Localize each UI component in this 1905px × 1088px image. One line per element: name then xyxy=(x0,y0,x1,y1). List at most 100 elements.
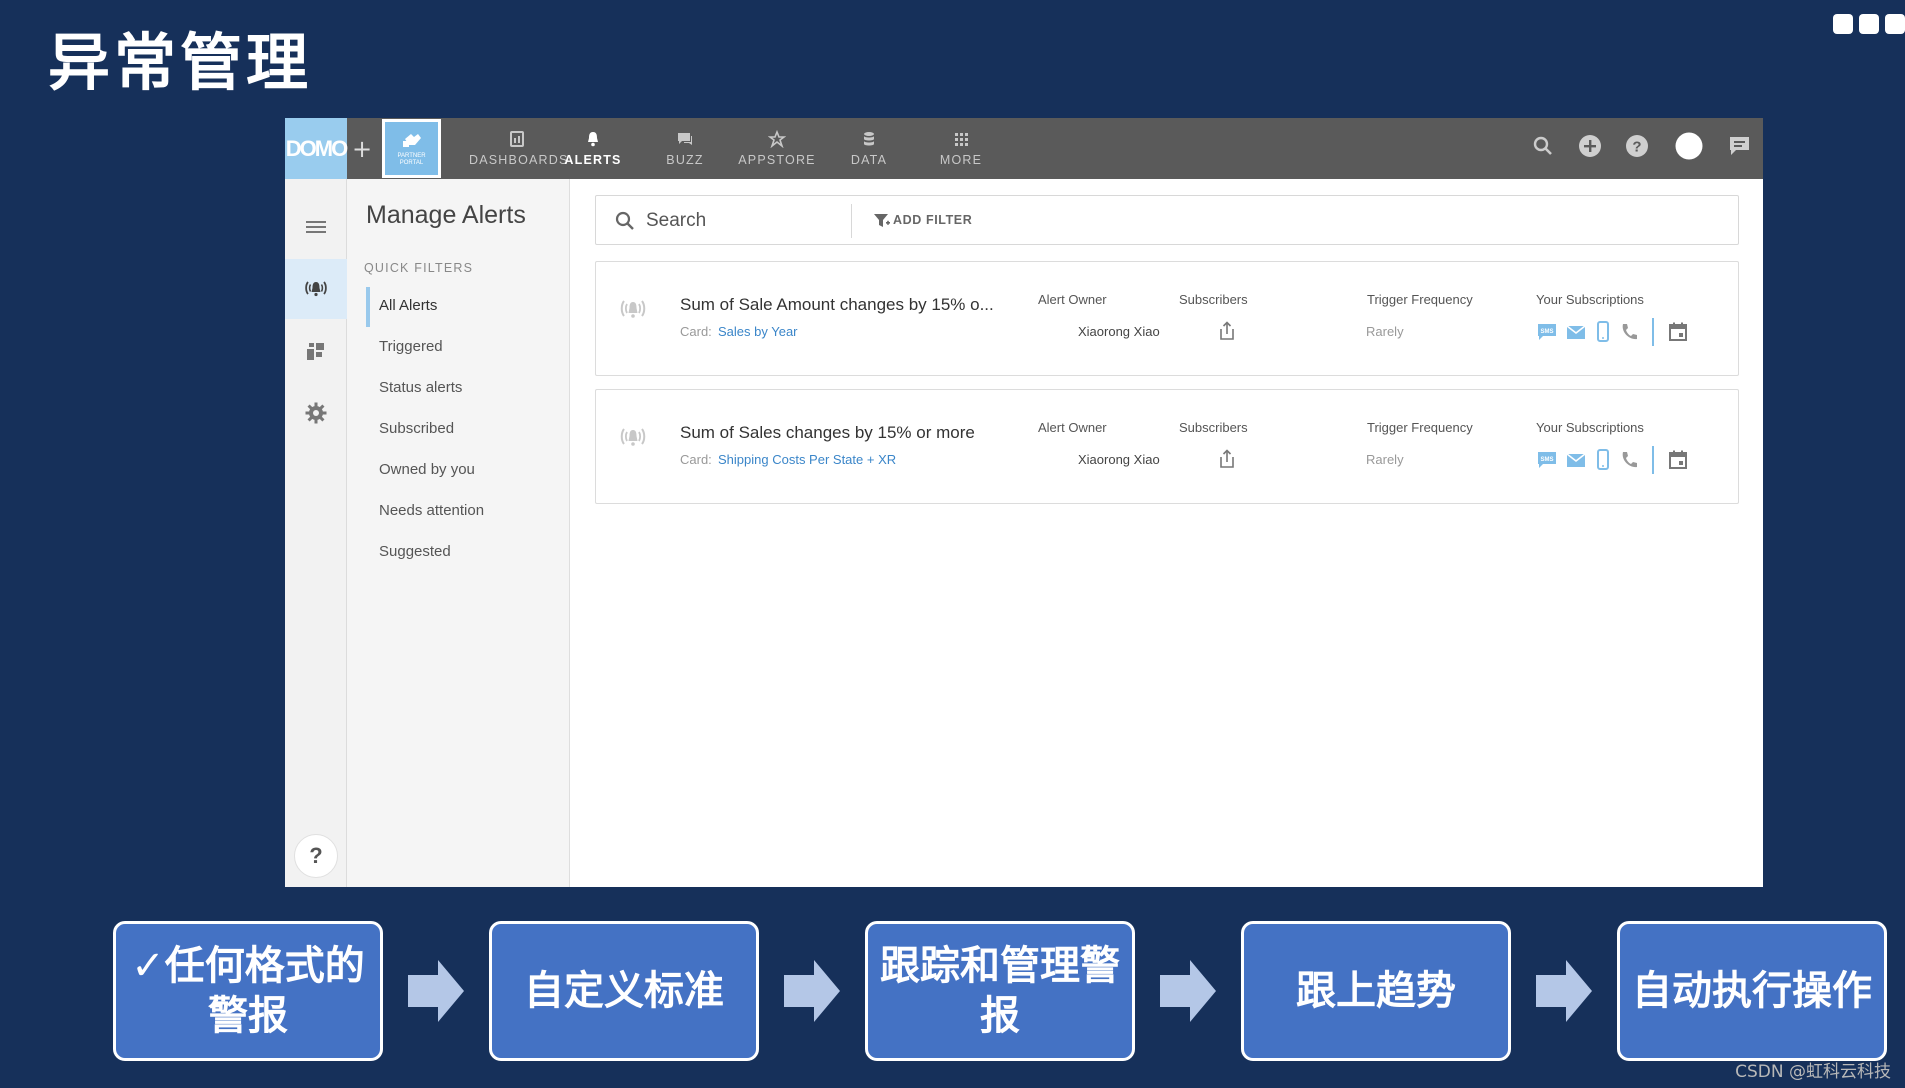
nav-data[interactable]: DATA xyxy=(821,130,917,167)
avatar[interactable] xyxy=(1675,132,1703,164)
trigger-frequency-header: Trigger Frequency xyxy=(1367,292,1473,307)
filter-all-alerts[interactable]: All Alerts xyxy=(379,297,437,314)
alert-card[interactable]: Sum of Sale Amount changes by 15% o... C… xyxy=(595,261,1739,376)
gear-icon xyxy=(305,402,327,424)
add-circle-icon[interactable] xyxy=(1578,134,1602,162)
your-subscriptions-header: Your Subscriptions xyxy=(1536,420,1644,435)
grid-icon xyxy=(955,133,968,146)
rail-cards-button[interactable] xyxy=(285,321,347,381)
email-icon[interactable] xyxy=(1565,322,1587,342)
alert-broadcast-icon xyxy=(620,300,646,318)
nav-buzz[interactable]: BUZZ xyxy=(637,130,733,167)
share-icon[interactable] xyxy=(1217,320,1237,342)
nav-more[interactable]: MORE xyxy=(913,130,1009,167)
partner-portal-label: PARTNER PORTAL xyxy=(397,152,426,166)
nav-alerts-label: ALERTS xyxy=(564,153,622,167)
search-icon[interactable] xyxy=(1531,134,1555,162)
card-link[interactable]: Shipping Costs Per State + XR xyxy=(718,452,896,467)
nav-more-label: MORE xyxy=(939,153,983,167)
database-icon xyxy=(864,132,874,146)
email-icon[interactable] xyxy=(1565,450,1587,470)
subscribers-header: Subscribers xyxy=(1179,420,1248,435)
phone-icon[interactable] xyxy=(1619,450,1639,470)
subscription-toggles: SMS xyxy=(1536,446,1689,474)
filter-subscribed[interactable]: Subscribed xyxy=(379,420,454,437)
rail-settings-button[interactable] xyxy=(285,383,347,443)
page-title: Manage Alerts xyxy=(366,201,526,229)
nav-data-label: DATA xyxy=(850,153,888,167)
quick-filters-panel: Manage Alerts QUICK FILTERS All Alerts T… xyxy=(347,179,570,887)
trigger-frequency: Rarely xyxy=(1366,452,1404,467)
add-filter-button[interactable]: ADD FILTER xyxy=(893,213,972,227)
flow-step-keep-up-trends: 跟上趋势 xyxy=(1241,921,1511,1061)
buzz-chat-icon[interactable] xyxy=(1728,134,1752,162)
flow-step-automate-actions: 自动执行操作 xyxy=(1617,921,1887,1061)
add-button[interactable]: + xyxy=(347,118,377,179)
active-filter-indicator xyxy=(366,287,370,327)
appstore-icon xyxy=(768,130,786,148)
cards-icon xyxy=(307,343,324,360)
nav-alerts[interactable]: ALERTS xyxy=(545,130,641,167)
calendar-icon[interactable] xyxy=(1667,449,1689,471)
alert-card[interactable]: Sum of Sales changes by 15% or more Card… xyxy=(595,389,1739,504)
search-input[interactable]: Search xyxy=(646,210,706,232)
alert-search-bar: Search ADD FILTER xyxy=(595,195,1739,245)
dashboards-icon xyxy=(510,131,524,147)
phone-icon[interactable] xyxy=(1619,322,1639,342)
filter-funnel-icon xyxy=(874,214,890,227)
mobile-icon[interactable] xyxy=(1594,321,1612,343)
flow-step-any-format-alerts: ✓任何格式的警报 xyxy=(113,921,383,1061)
trigger-frequency: Rarely xyxy=(1366,324,1404,339)
subscribers-header: Subscribers xyxy=(1179,292,1248,307)
alert-broadcast-icon xyxy=(620,428,646,446)
alert-owner-header: Alert Owner xyxy=(1038,292,1107,307)
subscription-toggles: SMS xyxy=(1536,318,1689,346)
help-icon[interactable]: ? xyxy=(1625,134,1649,162)
card-label: Card: xyxy=(680,452,712,467)
slide-title: 异常管理 xyxy=(48,26,313,99)
help-button[interactable]: ? xyxy=(294,834,338,878)
alert-owner-header: Alert Owner xyxy=(1038,420,1107,435)
left-icon-rail: ? xyxy=(285,179,347,887)
svg-text:?: ? xyxy=(1632,139,1641,156)
filter-triggered[interactable]: Triggered xyxy=(379,338,443,355)
your-subscriptions-header: Your Subscriptions xyxy=(1536,292,1644,307)
corner-decoration xyxy=(1833,14,1905,34)
domo-logo[interactable]: DOMO xyxy=(285,118,348,179)
flow-step-track-manage-alerts: 跟踪和管理警报 xyxy=(865,921,1135,1061)
rail-alerts-button[interactable] xyxy=(285,259,347,319)
bell-icon xyxy=(588,132,598,147)
domo-app-window: DOMO + PARTNER PORTAL DASHBOARDS ALERTS … xyxy=(285,118,1763,887)
partner-portal-button[interactable]: PARTNER PORTAL xyxy=(382,119,441,178)
hamburger-menu-button[interactable] xyxy=(285,197,347,257)
alert-owner: Xiaorong Xiao xyxy=(1078,452,1160,467)
share-icon[interactable] xyxy=(1217,448,1237,470)
trigger-frequency-header: Trigger Frequency xyxy=(1367,420,1473,435)
filter-status-alerts[interactable]: Status alerts xyxy=(379,379,462,396)
nav-buzz-label: BUZZ xyxy=(666,153,704,167)
card-label: Card: xyxy=(680,324,712,339)
svg-text:SMS: SMS xyxy=(1540,329,1553,335)
quick-filters-heading: QUICK FILTERS xyxy=(364,261,474,275)
mobile-icon[interactable] xyxy=(1594,449,1612,471)
calendar-icon[interactable] xyxy=(1667,321,1689,343)
flow-arrow-icon xyxy=(1536,960,1592,1022)
watermark: CSDN @虹科云科技 xyxy=(1735,1062,1891,1082)
alert-title[interactable]: Sum of Sale Amount changes by 15% o... xyxy=(680,295,1000,315)
subscription-separator xyxy=(1652,446,1654,474)
sms-icon[interactable]: SMS xyxy=(1536,322,1558,342)
svg-text:SMS: SMS xyxy=(1540,457,1553,463)
card-link[interactable]: Sales by Year xyxy=(718,324,798,339)
alert-owner: Xiaorong Xiao xyxy=(1078,324,1160,339)
nav-appstore[interactable]: APPSTORE xyxy=(729,130,825,167)
filter-needs-attention[interactable]: Needs attention xyxy=(379,502,484,519)
filter-suggested[interactable]: Suggested xyxy=(379,543,451,560)
subscription-separator xyxy=(1652,318,1654,346)
flow-step-custom-criteria: 自定义标准 xyxy=(489,921,759,1061)
alert-title[interactable]: Sum of Sales changes by 15% or more xyxy=(680,423,1000,443)
flow-arrow-icon xyxy=(1160,960,1216,1022)
filter-owned-by-you[interactable]: Owned by you xyxy=(379,461,475,478)
nav-appstore-label: APPSTORE xyxy=(738,153,816,167)
sms-icon[interactable]: SMS xyxy=(1536,450,1558,470)
search-icon xyxy=(615,211,634,230)
